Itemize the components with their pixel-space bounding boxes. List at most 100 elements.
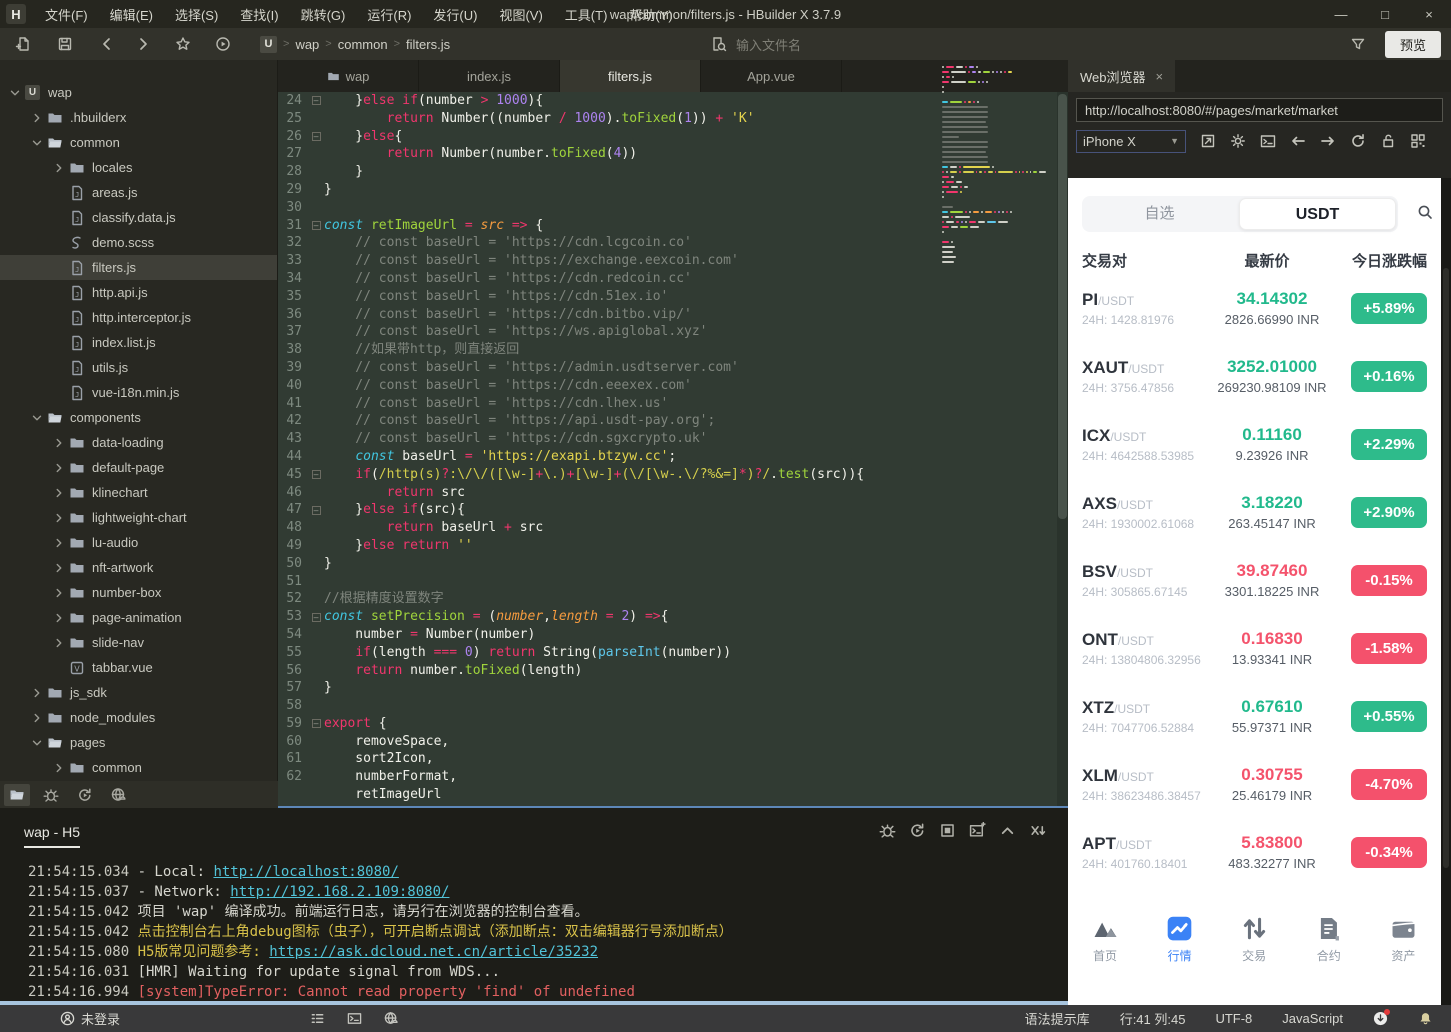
outline-list-icon[interactable] [310, 1011, 325, 1026]
editor-tab-App.vue[interactable]: App.vue [701, 60, 842, 92]
chevron-right-icon[interactable] [52, 561, 66, 575]
line-number[interactable]: 48 [278, 519, 308, 537]
editor-tab-filters.js[interactable]: filters.js [560, 60, 701, 92]
star-icon[interactable] [168, 31, 198, 57]
new-terminal-icon[interactable] [969, 822, 986, 839]
editor-tab-wap[interactable]: wap [278, 60, 419, 92]
line-number[interactable]: 39 [278, 359, 308, 377]
menu-运行(R)[interactable]: 运行(R) [356, 0, 422, 28]
terminal-icon[interactable] [347, 1011, 362, 1026]
code-editor[interactable]: wap index.js filters.js App.vue 24– } else i… [278, 60, 1068, 808]
line-number[interactable]: 32 [278, 234, 308, 252]
filter-icon[interactable] [1343, 31, 1373, 57]
sidebar-item-lu-audio[interactable]: lu-audio [0, 530, 277, 555]
sidebar-item-page-animation[interactable]: page-animation [0, 605, 277, 630]
line-number[interactable]: 60 [278, 733, 308, 751]
line-number[interactable]: 34 [278, 270, 308, 288]
sidebar-item-http.interceptor.js[interactable]: Jhttp.interceptor.js [0, 305, 277, 330]
line-number[interactable]: 42 [278, 412, 308, 430]
browser-tab[interactable]: Web浏览器 × [1068, 60, 1176, 92]
sidebar-item-wap[interactable]: Uwap [0, 80, 277, 105]
chevron-right-icon[interactable] [52, 611, 66, 625]
sidebar-item-components[interactable]: components [0, 405, 277, 430]
forward-icon[interactable] [128, 31, 158, 57]
app-scrollbar-thumb[interactable] [1443, 268, 1449, 868]
explorer-icon[interactable] [4, 783, 30, 806]
line-number[interactable]: 54 [278, 626, 308, 644]
fold-marker-icon[interactable]: – [308, 128, 324, 146]
new-file-icon[interactable] [8, 31, 38, 57]
minimize-button[interactable]: — [1319, 0, 1363, 28]
sidebar-item-locales[interactable]: locales [0, 155, 277, 180]
line-number[interactable]: 29 [278, 181, 308, 199]
market-row-ONT[interactable]: ONT/USDT 24H: 13804806.32956 0.16830 13.933… [1068, 614, 1441, 682]
breadcrumb-item[interactable]: common [338, 37, 388, 52]
chevron-right-icon[interactable] [30, 686, 44, 700]
chevron-right-icon[interactable] [52, 536, 66, 550]
line-number[interactable]: 56 [278, 662, 308, 680]
sidebar-item-nft-artwork[interactable]: nft-artwork [0, 555, 277, 580]
line-number[interactable]: 46 [278, 484, 308, 502]
save-icon[interactable] [50, 31, 80, 57]
market-row-XAUT[interactable]: XAUT/USDT 24H: 3756.47856 3252.01000 269230… [1068, 342, 1441, 410]
url-input[interactable]: http://localhost:8080/#/pages/market/mar… [1076, 98, 1443, 122]
line-number[interactable]: 35 [278, 288, 308, 306]
refresh-icon[interactable] [1350, 133, 1366, 149]
chevron-right-icon[interactable] [30, 711, 44, 725]
sidebar-item-node_modules[interactable]: node_modules [0, 705, 277, 730]
menu-选择(S)[interactable]: 选择(S) [164, 0, 229, 28]
line-number[interactable]: 37 [278, 323, 308, 341]
qr-code-icon[interactable] [1410, 133, 1426, 149]
fold-marker-icon[interactable]: – [308, 217, 324, 235]
line-number[interactable]: 55 [278, 644, 308, 662]
fold-marker-icon[interactable]: – [308, 501, 324, 519]
line-number[interactable]: 38 [278, 341, 308, 359]
market-row-ICX[interactable]: ICX/USDT 24H: 4642588.53985 0.11160 9.23926… [1068, 410, 1441, 478]
chevron-down-icon[interactable] [8, 86, 22, 100]
browser-tab-close-icon[interactable]: × [1156, 69, 1164, 84]
nav-back-icon[interactable] [1290, 133, 1306, 149]
sidebar-item-slide-nav[interactable]: slide-nav [0, 630, 277, 655]
sidebar-item-areas.js[interactable]: Jareas.js [0, 180, 277, 205]
minimap[interactable] [942, 66, 1046, 266]
line-number[interactable]: 58 [278, 697, 308, 715]
open-external-icon[interactable] [1200, 133, 1216, 149]
line-number[interactable]: 45 [278, 466, 308, 484]
chevron-right-icon[interactable] [52, 436, 66, 450]
collapse-icon[interactable] [999, 822, 1016, 839]
market-tab-自选[interactable]: 自选 [1082, 198, 1237, 230]
restart-icon[interactable] [909, 822, 926, 839]
line-number[interactable]: 26 [278, 128, 308, 146]
market-row-XLM[interactable]: XLM/USDT 24H: 38623486.38457 0.30755 25.461… [1068, 750, 1441, 818]
market-row-PI[interactable]: PI/USDT 24H: 1428.81976 34.14302 2826.66990… [1068, 274, 1441, 342]
menu-发行(U)[interactable]: 发行(U) [422, 0, 488, 28]
log-link[interactable]: https://ask.dcloud.net.cn/article/35232 [269, 944, 598, 960]
market-row-BSV[interactable]: BSV/USDT 24H: 305865.67145 39.87460 3301.18… [1068, 546, 1441, 614]
status-item[interactable]: UTF-8 [1215, 1011, 1252, 1026]
log-link[interactable]: http://localhost:8080/ [213, 864, 398, 880]
chevron-right-icon[interactable] [52, 761, 66, 775]
line-number[interactable]: 27 [278, 145, 308, 163]
menu-工具(T)[interactable]: 工具(T) [554, 0, 619, 28]
line-number[interactable]: 59 [278, 715, 308, 733]
line-number[interactable]: 40 [278, 377, 308, 395]
line-number[interactable]: 33 [278, 252, 308, 270]
line-number[interactable]: 36 [278, 306, 308, 324]
chevron-right-icon[interactable] [52, 461, 66, 475]
chevron-right-icon[interactable] [52, 636, 66, 650]
nav-item-行情[interactable]: 行情 [1143, 915, 1217, 964]
chevron-down-icon[interactable] [30, 736, 44, 750]
debug-icon[interactable] [879, 822, 896, 839]
menu-视图(V)[interactable]: 视图(V) [488, 0, 553, 28]
sidebar-item-classify.data.js[interactable]: Jclassify.data.js [0, 205, 277, 230]
editor-tab-index.js[interactable]: index.js [419, 60, 560, 92]
status-item[interactable]: 语法提示库 [1025, 1009, 1090, 1028]
chevron-down-icon[interactable] [30, 136, 44, 150]
sidebar-item-pages[interactable]: pages [0, 730, 277, 755]
console-tab[interactable]: wap - H5 [24, 824, 81, 848]
market-row-XTZ[interactable]: XTZ/USDT 24H: 7047706.52884 0.67610 55.9737… [1068, 682, 1441, 750]
line-number[interactable]: 24 [278, 92, 308, 110]
fold-marker-icon[interactable]: – [308, 715, 324, 733]
globe-icon[interactable] [106, 784, 132, 806]
chevron-right-icon[interactable] [52, 486, 66, 500]
